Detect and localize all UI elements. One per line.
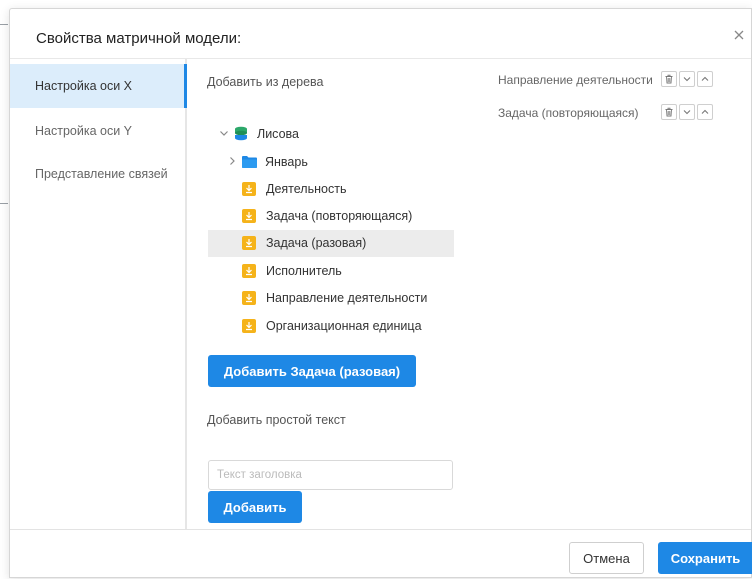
tree-item[interactable]: Организационная единица	[208, 313, 454, 340]
tree-item[interactable]: Деятельность	[208, 176, 454, 203]
tree-item[interactable]: Направление деятельности	[208, 285, 454, 312]
add-from-tree-heading: Добавить из дерева	[207, 75, 324, 89]
tree-item-label: Исполнитель	[266, 264, 342, 278]
database-icon	[235, 126, 247, 141]
sidebar-item-label: Настройка оси X	[35, 79, 133, 93]
chevron-right-icon[interactable]	[226, 155, 238, 167]
tree-item-label: Деятельность	[266, 182, 347, 196]
chevron-up-icon	[701, 109, 709, 114]
tree-item-selected[interactable]: Задача (разовая)	[208, 230, 454, 257]
object-type-icon	[242, 264, 256, 278]
sidebar-item-label: Настройка оси Y	[35, 124, 133, 138]
header-text-input[interactable]	[208, 460, 453, 490]
add-text-button[interactable]: Добавить	[208, 491, 302, 523]
close-button[interactable]	[731, 27, 747, 43]
add-from-tree-button[interactable]: Добавить Задача (разовая)	[208, 355, 416, 387]
tree-item[interactable]: Исполнитель	[208, 258, 454, 285]
matrix-model-properties-dialog: Свойства матричной модели: Настройка оси…	[9, 8, 752, 578]
tree-node-label: Лисова	[257, 127, 299, 141]
chevron-down-icon	[683, 77, 691, 82]
object-type-icon	[242, 182, 256, 196]
move-up-button[interactable]	[697, 71, 713, 87]
object-type-icon	[242, 291, 256, 305]
tree-item[interactable]: Задача (повторяющаяся)	[208, 203, 454, 230]
sidebar-item-x-axis[interactable]: Настройка оси X	[10, 64, 187, 108]
chevron-up-icon	[701, 76, 709, 81]
dialog-title: Свойства матричной модели:	[36, 30, 242, 47]
tree-item-label: Задача (разовая)	[266, 236, 367, 250]
add-plain-text-heading: Добавить простой текст	[207, 413, 346, 427]
close-icon	[734, 30, 744, 40]
background-strip	[0, 0, 752, 8]
chevron-down-icon	[683, 110, 691, 115]
chevron-down-icon[interactable]	[218, 127, 230, 139]
delete-button[interactable]	[661, 71, 677, 87]
move-down-button[interactable]	[679, 104, 695, 120]
sidebar-item-label: Представление связей	[35, 167, 168, 181]
delete-button[interactable]	[661, 104, 677, 120]
move-up-button[interactable]	[697, 104, 713, 120]
tree-node-label: Январь	[265, 155, 308, 169]
dialog-header: Свойства матричной модели:	[10, 9, 751, 59]
sidebar-item-y-axis[interactable]: Настройка оси Y	[10, 109, 185, 153]
settings-sidebar: Настройка оси X Настройка оси Y Представ…	[10, 59, 187, 529]
tree-item-label: Организационная единица	[266, 319, 422, 333]
folder-icon	[242, 156, 257, 168]
sidebar-item-relations-view[interactable]: Представление связей	[10, 152, 185, 196]
tree-node-folder[interactable]: Январь	[208, 149, 454, 176]
tree-item-label: Задача (повторяющаяся)	[266, 209, 413, 223]
save-button[interactable]: Сохранить	[658, 542, 752, 574]
dialog-footer: Отмена Сохранить	[10, 529, 752, 579]
axis-item-label: Задача (повторяющаяся)	[498, 106, 639, 120]
move-down-button[interactable]	[679, 71, 695, 87]
background-line	[0, 24, 8, 25]
object-type-icon	[242, 209, 256, 223]
trash-icon	[665, 107, 673, 117]
tree-node-root[interactable]: Лисова	[208, 121, 454, 148]
tree-item-label: Направление деятельности	[266, 291, 428, 305]
cancel-button[interactable]: Отмена	[569, 542, 644, 574]
object-type-icon	[242, 236, 256, 250]
trash-icon	[665, 74, 673, 84]
axis-item-label: Направление деятельности	[498, 73, 653, 87]
object-type-icon	[242, 319, 256, 333]
background-line	[0, 203, 8, 204]
